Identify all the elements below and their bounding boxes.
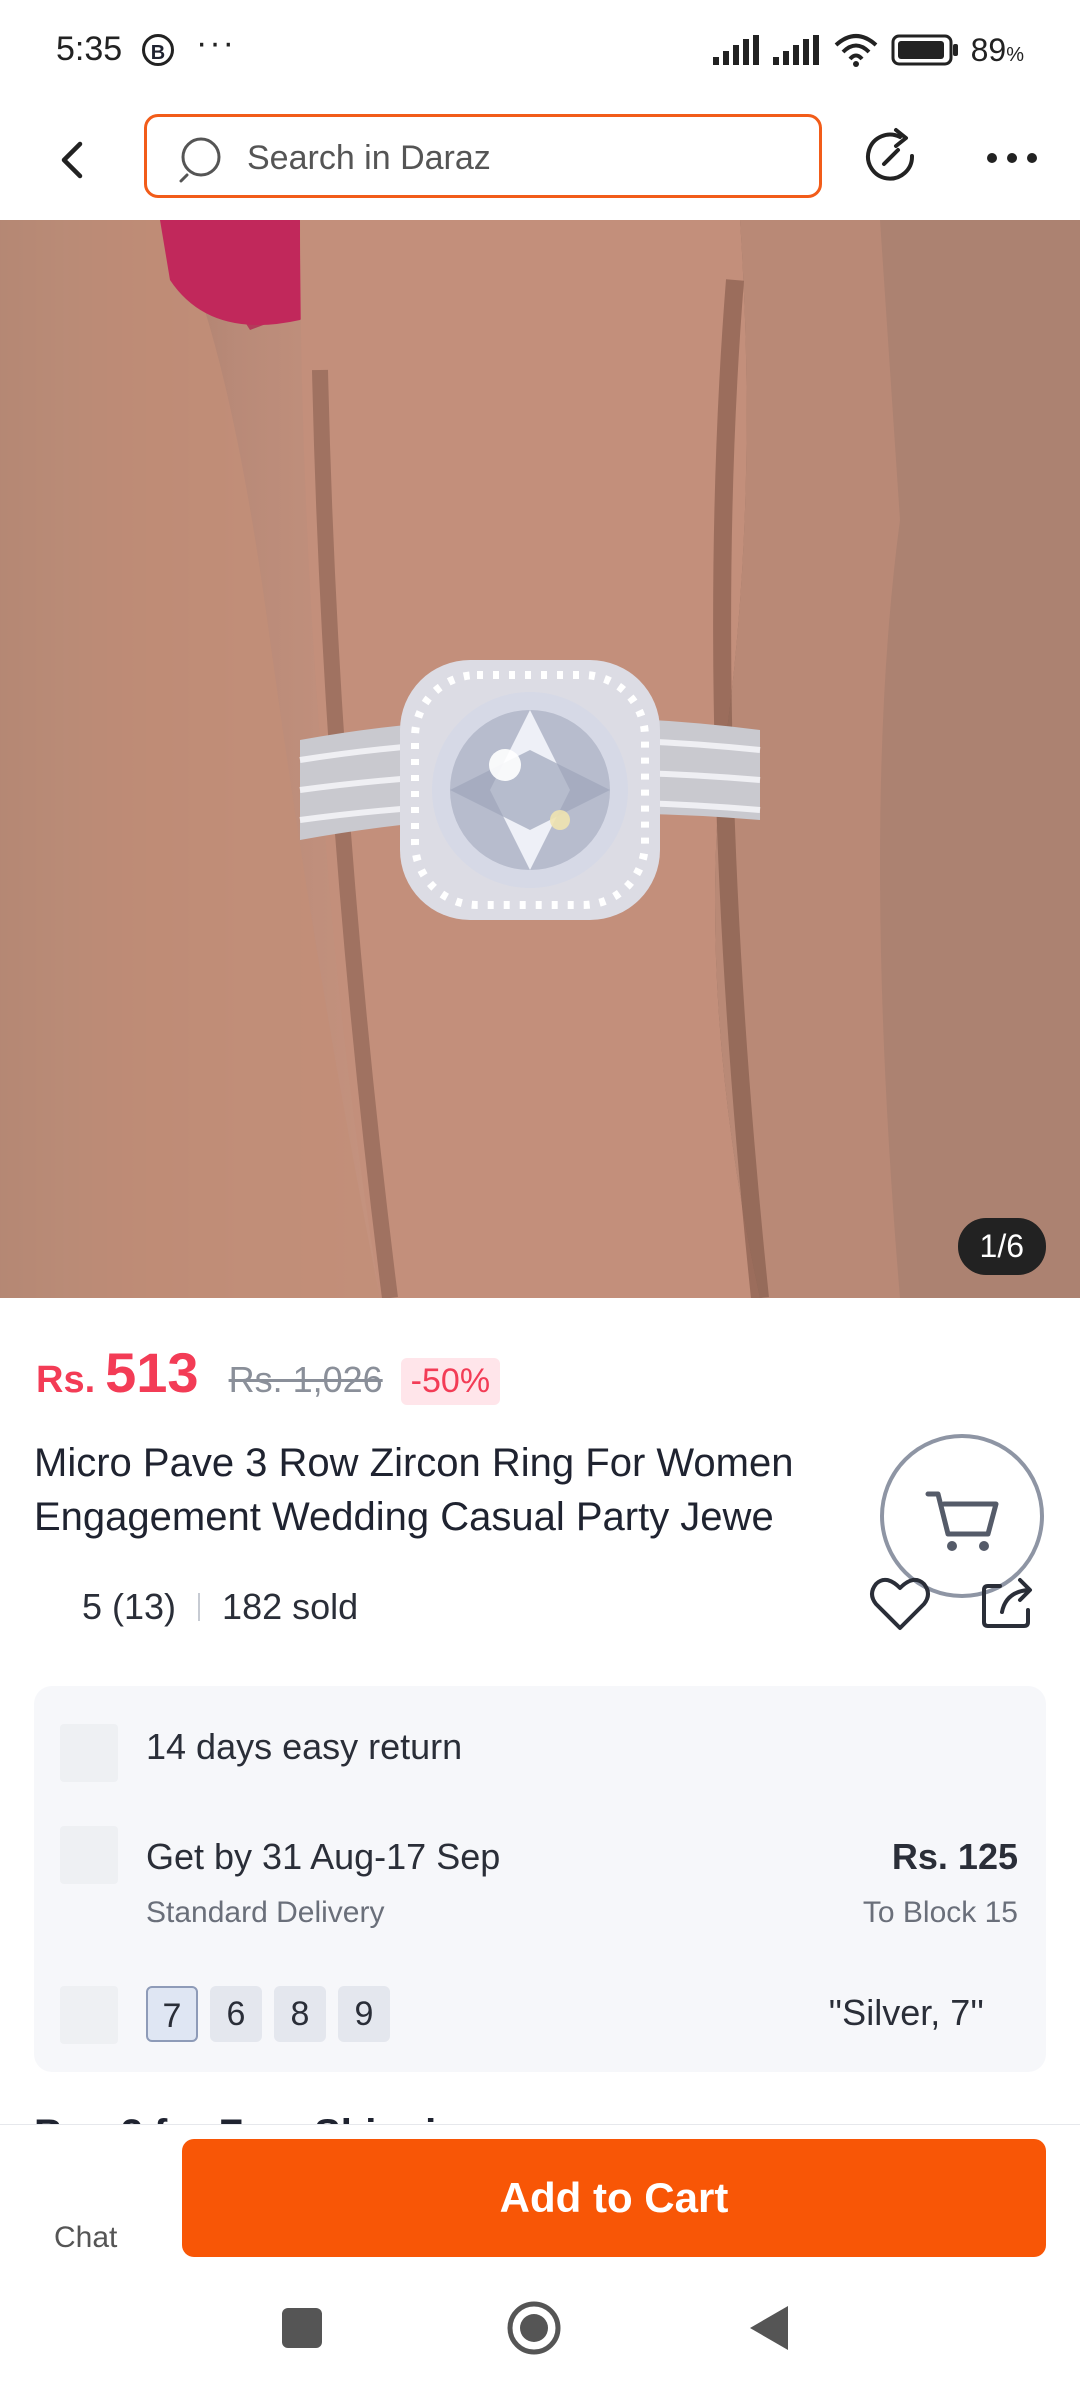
size-option[interactable]: 9 bbox=[338, 1986, 390, 2042]
search-placeholder: Search in Daraz bbox=[247, 139, 491, 177]
discount-badge: -50% bbox=[400, 1358, 501, 1405]
chevron-left-icon bbox=[61, 141, 83, 179]
battery-level: 89% bbox=[970, 31, 1024, 68]
share-button[interactable] bbox=[978, 1572, 1038, 1637]
delivery-price: Rs. 125 bbox=[891, 1836, 1018, 1877]
price-row: Rs. 513 Rs. 1,026 -50% bbox=[36, 1340, 501, 1410]
price-currency: Rs. bbox=[36, 1359, 96, 1401]
rating-row[interactable]: 5 (13) 182 sold bbox=[82, 1586, 358, 1628]
product-title-line1: Micro Pave 3 Row Zircon Ring For Women bbox=[34, 1441, 794, 1485]
product-image-gallery[interactable]: 1/6 bbox=[0, 220, 1080, 1298]
size-option[interactable]: 7 bbox=[146, 1986, 198, 2042]
history-button[interactable] bbox=[860, 126, 924, 190]
top-bar: Search in Daraz bbox=[0, 100, 1080, 220]
price-value: 513 bbox=[105, 1341, 199, 1404]
search-icon bbox=[179, 137, 221, 183]
b-app-icon: B bbox=[142, 34, 174, 66]
system-nav-bar bbox=[0, 2280, 1080, 2400]
back-button[interactable] bbox=[48, 130, 98, 190]
signal-icon-2 bbox=[772, 35, 819, 65]
share-icon bbox=[982, 1578, 1032, 1628]
status-right: 89% bbox=[712, 30, 1024, 70]
more-horizontal-icon bbox=[987, 153, 1037, 163]
return-icon bbox=[60, 1724, 118, 1782]
back-nav-icon[interactable] bbox=[748, 2304, 790, 2352]
wifi-icon bbox=[834, 34, 877, 67]
image-counter: 1/6 bbox=[957, 1218, 1046, 1275]
more-options-button[interactable] bbox=[980, 140, 1044, 176]
bottom-action-bar: Chat Add to Cart bbox=[0, 2124, 1080, 2281]
wishlist-button[interactable] bbox=[868, 1574, 932, 1639]
search-bar[interactable]: Search in Daraz bbox=[144, 114, 822, 198]
signal-icon bbox=[712, 35, 759, 65]
product-title: Micro Pave 3 Row Zircon Ring For Women E… bbox=[34, 1436, 874, 1544]
refresh-history-icon bbox=[866, 128, 915, 181]
size-option[interactable]: 6 bbox=[210, 1986, 262, 2042]
delivery-date: Get by 31 Aug-17 Sep bbox=[146, 1836, 501, 1877]
delivery-location[interactable]: To Block 15 bbox=[863, 1896, 1018, 1930]
home-icon[interactable] bbox=[506, 2300, 562, 2356]
delivery-icon bbox=[60, 1826, 118, 1884]
cart-icon bbox=[925, 1491, 999, 1551]
divider bbox=[198, 1593, 201, 1621]
service-info-box: 14 days easy return Get by 31 Aug-17 Sep… bbox=[34, 1686, 1046, 2072]
chat-button[interactable]: Chat bbox=[54, 2221, 117, 2255]
selected-variant[interactable]: ''Silver, 7'' bbox=[828, 1992, 984, 2034]
size-options: 7 6 8 9 bbox=[146, 1986, 390, 2042]
original-price: Rs. 1,026 bbox=[228, 1359, 383, 1400]
status-bar: 5:35 B ··· 89% bbox=[0, 0, 1080, 100]
heart-icon bbox=[870, 1577, 930, 1630]
variant-icon bbox=[60, 1986, 118, 2044]
battery-icon bbox=[891, 34, 958, 66]
product-photo-ring bbox=[0, 220, 1080, 1298]
more-notifications-icon: ··· bbox=[196, 24, 236, 62]
size-option[interactable]: 8 bbox=[274, 1986, 326, 2042]
status-time: 5:35 bbox=[56, 30, 123, 68]
sold-count: 182 sold bbox=[222, 1586, 359, 1627]
return-policy: 14 days easy return bbox=[146, 1726, 463, 1767]
product-title-line2: Engagement Wedding Casual Party Jewe bbox=[34, 1495, 774, 1539]
add-to-cart-button[interactable]: Add to Cart bbox=[182, 2139, 1046, 2257]
recents-icon[interactable] bbox=[280, 2306, 324, 2350]
rating-count: 5 (13) bbox=[82, 1586, 177, 1627]
delivery-type: Standard Delivery bbox=[146, 1896, 385, 1929]
